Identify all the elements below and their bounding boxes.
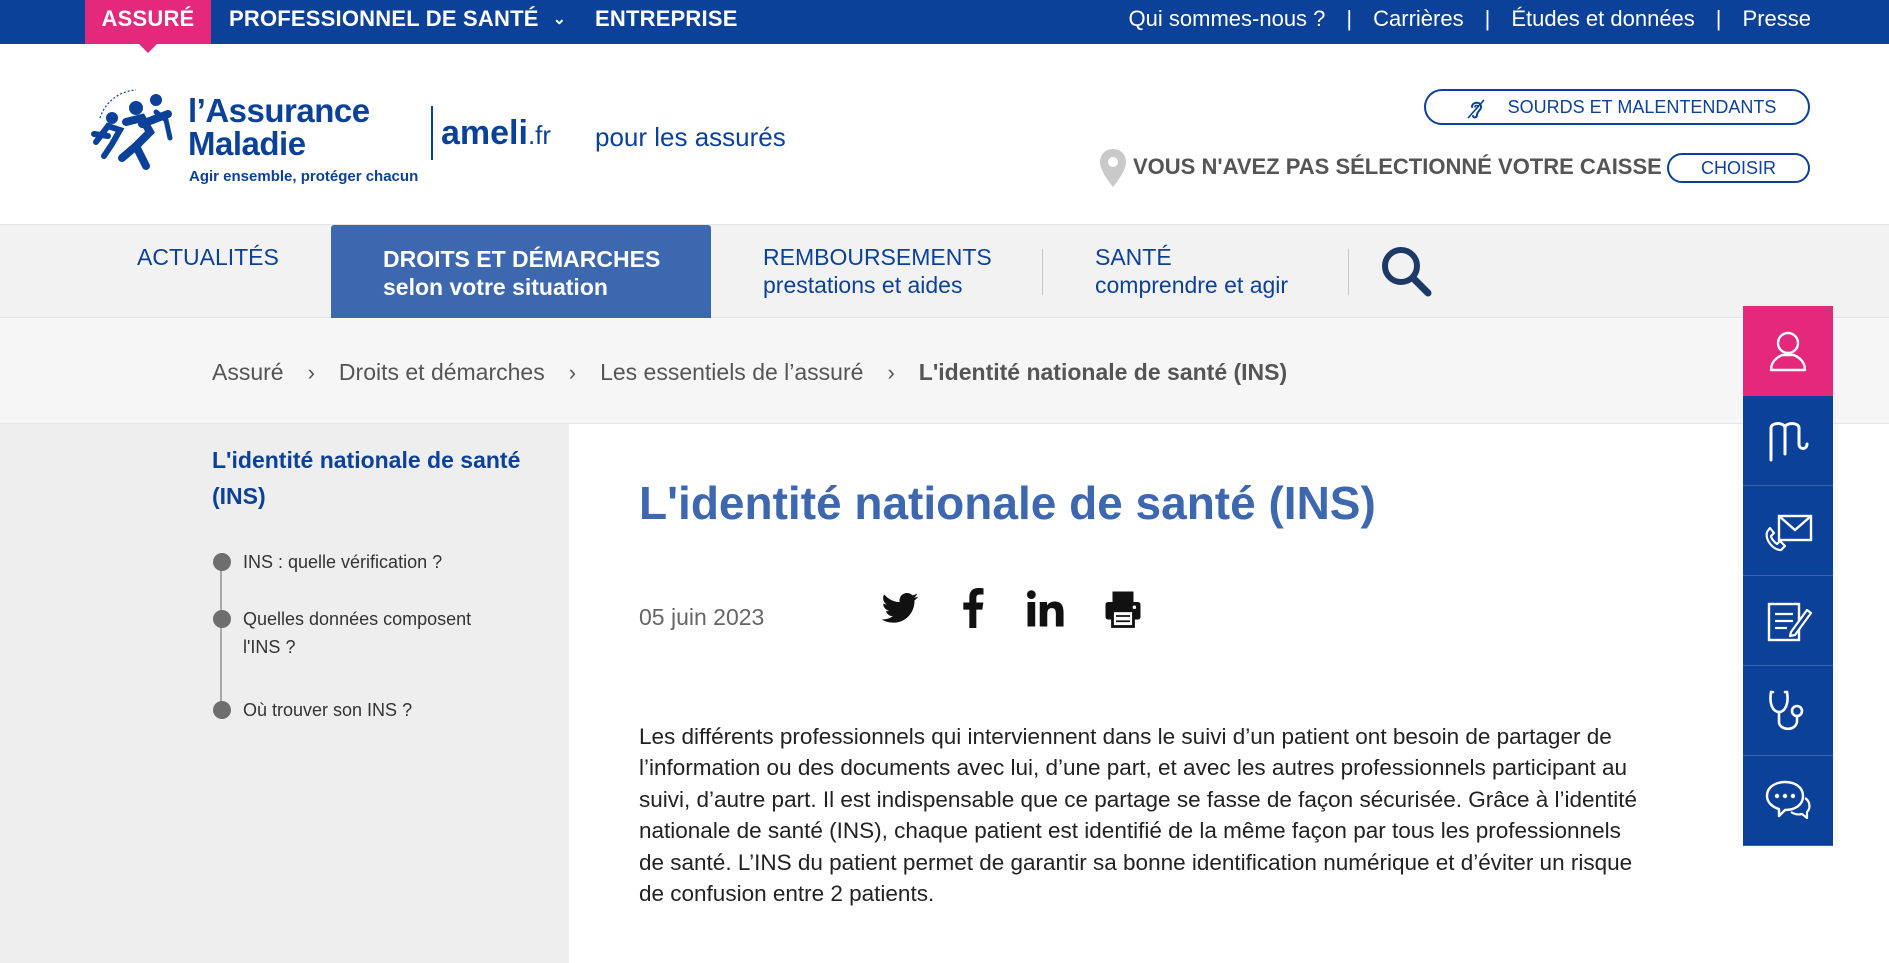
toc-item-verification[interactable]: INS : quelle vérification ? bbox=[213, 548, 513, 576]
ameli-account-button[interactable] bbox=[1743, 396, 1833, 486]
nav-sante-title: SANTÉ bbox=[1095, 244, 1172, 270]
nav-actualites[interactable]: ACTUALITÉS bbox=[137, 243, 279, 271]
ameli-wordmark: ameli bbox=[441, 114, 528, 152]
logo-tagline: Agir ensemble, protéger chacun bbox=[189, 168, 419, 185]
breadcrumb-essentiels[interactable]: Les essentiels de l’assuré bbox=[600, 359, 863, 385]
choisir-caisse-button[interactable]: CHOISIR bbox=[1667, 153, 1810, 183]
breadcrumb-current: L'identité nationale de santé (INS) bbox=[918, 359, 1288, 385]
top-links: Qui sommes-nous ? | Carrières | Études et do… bbox=[1129, 0, 1811, 44]
nav-droits-et-demarches[interactable]: DROITS ET DÉMARCHES selon votre situatio… bbox=[331, 225, 711, 320]
share-linkedin-button[interactable] bbox=[1024, 588, 1066, 636]
link-qui-sommes-nous[interactable]: Qui sommes-nous ? bbox=[1129, 6, 1326, 31]
chat-icon bbox=[1765, 780, 1811, 820]
tab-professionnel-de-sante[interactable]: PROFESSIONNEL DE SANTÉ ⌄ bbox=[229, 0, 566, 44]
main-navigation: ACTUALITÉS DROITS ET DÉMARCHES selon vot… bbox=[0, 224, 1889, 320]
print-button[interactable] bbox=[1102, 588, 1144, 636]
breadcrumb: Assuré › Droits et démarches › Les essentiel… bbox=[0, 318, 1889, 424]
sidebar-title[interactable]: L'identité nationale de santé (INS) bbox=[212, 442, 552, 514]
tab-assure-label: ASSURÉ bbox=[101, 6, 195, 31]
facebook-icon bbox=[963, 588, 984, 628]
nav-sante-subtitle: comprendre et agir bbox=[1095, 272, 1289, 298]
toc-bullet bbox=[213, 701, 231, 719]
nav-droits-title: DROITS ET DÉMARCHES bbox=[383, 246, 661, 272]
ameli-logo[interactable]: ameli.fr bbox=[441, 114, 551, 153]
logo-wordmark: l’Assurance Maladie bbox=[188, 94, 370, 160]
toc-item-donnees[interactable]: Quelles données composent l'INS ? bbox=[213, 605, 513, 661]
link-carrieres[interactable]: Carrières bbox=[1373, 6, 1463, 31]
toc-bullet bbox=[213, 553, 231, 571]
site-subtitle: pour les assurés bbox=[595, 122, 786, 152]
link-etudes-et-donnees[interactable]: Études et données bbox=[1511, 6, 1694, 31]
account-button[interactable] bbox=[1743, 306, 1833, 396]
toc-item-label: INS : quelle vérification ? bbox=[243, 552, 443, 572]
form-edit-icon bbox=[1767, 602, 1813, 642]
breadcrumb-assure[interactable]: Assuré bbox=[212, 359, 284, 385]
chevron-right-icon: › bbox=[568, 360, 577, 385]
top-bar: ASSURÉ PROFESSIONNEL DE SANTÉ ⌄ ENTREPRIS… bbox=[0, 0, 1889, 53]
assurance-maladie-figures-icon bbox=[91, 89, 173, 170]
nav-remboursements[interactable]: REMBOURSEMENTS prestations et aides bbox=[763, 243, 992, 299]
nav-remb-subtitle: prestations et aides bbox=[763, 272, 963, 298]
page-title: L'identité nationale de santé (INS) bbox=[639, 477, 1376, 529]
link-separator: | bbox=[1346, 6, 1353, 31]
account-icon bbox=[1769, 331, 1807, 372]
assurance-maladie-logo[interactable]: l’Assurance Maladie Agir ensemble, protég… bbox=[86, 84, 426, 188]
tab-entreprise[interactable]: ENTREPRISE bbox=[595, 0, 738, 44]
article-intro: Les différents professionnels qui interv… bbox=[639, 724, 1638, 907]
ear-icon bbox=[1467, 99, 1485, 119]
demarches-button[interactable] bbox=[1743, 576, 1833, 666]
stethoscope-icon bbox=[1769, 690, 1804, 731]
article-date: 05 juin 2023 bbox=[639, 604, 765, 630]
link-presse[interactable]: Presse bbox=[1743, 6, 1811, 31]
link-separator: | bbox=[1715, 6, 1722, 31]
caisse-status-text: VOUS N'AVEZ PAS SÉLECTIONNÉ VOTRE CAISSE bbox=[1133, 154, 1662, 179]
chevron-right-icon: › bbox=[307, 360, 315, 385]
chevron-right-icon: › bbox=[887, 360, 895, 385]
ameli-m-icon bbox=[1769, 422, 1809, 462]
chevron-down-icon: ⌄ bbox=[552, 11, 567, 28]
toc-item-trouver[interactable]: Où trouver son INS ? bbox=[213, 696, 513, 724]
toc-bullet bbox=[213, 610, 231, 628]
nav-sante[interactable]: SANTÉ comprendre et agir bbox=[1095, 243, 1288, 299]
logo-line-1: l’Assurance bbox=[188, 92, 370, 129]
nav-divider bbox=[1348, 249, 1349, 295]
link-separator: | bbox=[1484, 6, 1491, 31]
sidebar-toc: L'identité nationale de santé (INS) INS … bbox=[0, 424, 569, 963]
logo-line-2: Maladie bbox=[188, 125, 306, 162]
phone-mail-icon bbox=[1765, 514, 1813, 552]
chat-button[interactable] bbox=[1743, 756, 1833, 846]
nav-droits-subtitle: selon votre situation bbox=[383, 274, 608, 300]
tab-entreprise-label: ENTREPRISE bbox=[595, 6, 738, 31]
sourds-malentendants-button[interactable]: SOURDS ET MALENTENDANTS bbox=[1424, 89, 1810, 125]
print-icon bbox=[1105, 591, 1141, 628]
search-icon[interactable] bbox=[1378, 243, 1434, 299]
tab-pro-label: PROFESSIONNEL DE SANTÉ bbox=[229, 6, 539, 31]
twitter-icon bbox=[881, 593, 919, 623]
breadcrumb-droits[interactable]: Droits et démarches bbox=[339, 359, 545, 385]
location-pin-icon bbox=[1100, 149, 1126, 187]
share-twitter-button[interactable] bbox=[880, 588, 920, 636]
floating-quick-actions bbox=[1743, 306, 1833, 846]
toc-item-label: Quelles données composent l'INS ? bbox=[243, 609, 472, 657]
share-facebook-button[interactable] bbox=[958, 588, 988, 636]
sourds-label: SOURDS ET MALENTENDANTS bbox=[1507, 97, 1777, 117]
tab-assure[interactable]: ASSURÉ bbox=[85, 0, 211, 53]
nav-remb-title: REMBOURSEMENTS bbox=[763, 244, 992, 270]
contact-button[interactable] bbox=[1743, 486, 1833, 576]
toc-item-label: Où trouver son INS ? bbox=[243, 700, 413, 720]
ameli-suffix: .fr bbox=[527, 120, 552, 150]
sante-button[interactable] bbox=[1743, 666, 1833, 756]
nav-divider bbox=[1042, 249, 1043, 295]
ameli-divider bbox=[431, 106, 433, 160]
linkedin-icon bbox=[1026, 590, 1064, 627]
